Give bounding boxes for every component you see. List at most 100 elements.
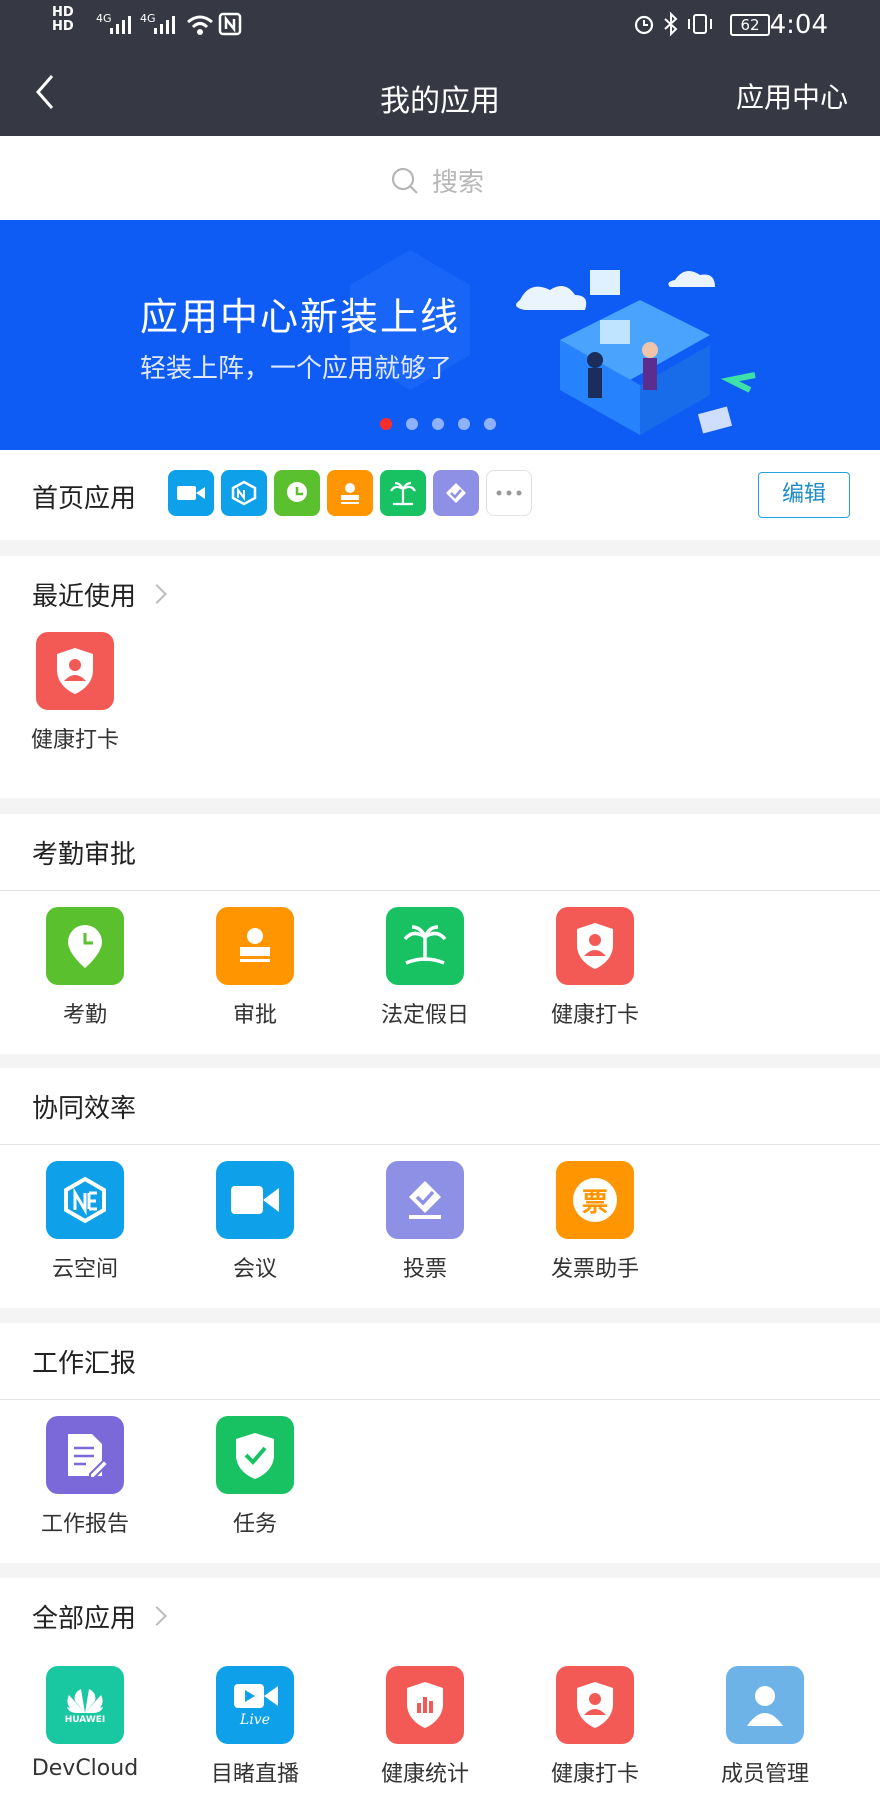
app-name: 发票助手 (550, 1257, 639, 1282)
app-health-checkin-recent[interactable]: 健康打卡 (0, 632, 150, 754)
app-name: 会议 (232, 1257, 277, 1282)
home-apps-bar: 首页应用 编辑 (0, 450, 880, 540)
app-name: DevCloud (31, 1756, 139, 1781)
app-name: 目睹直播 (210, 1762, 299, 1787)
banner-illustration (516, 270, 756, 435)
health-checkin-icon (36, 632, 114, 710)
live-stream-icon: Live (216, 1666, 294, 1744)
attendance-header: 考勤审批 (0, 814, 880, 890)
meeting-mini-icon[interactable] (168, 470, 214, 516)
edit-button[interactable]: 编辑 (758, 472, 850, 518)
app-vote[interactable]: 投票 (340, 1161, 510, 1283)
app-meeting[interactable]: 会议 (170, 1161, 340, 1283)
banner-pagination[interactable] (380, 418, 496, 430)
banner-subtitle: 轻装上阵，一个应用就够了 (140, 354, 453, 384)
app-health-checkin-all[interactable]: 健康打卡 (510, 1666, 680, 1788)
chevron-right-icon (147, 584, 167, 604)
signal-icon (110, 16, 131, 34)
recent-section: 最近使用 健康打卡 (0, 556, 880, 798)
cloud-space-icon (46, 1161, 124, 1239)
app-name: 健康统计 (380, 1762, 469, 1787)
app-holiday[interactable]: 法定假日 (340, 907, 510, 1029)
app-live[interactable]: Live 目睹直播 (170, 1666, 340, 1788)
app-name: 法定假日 (380, 1003, 469, 1028)
page-dot[interactable] (406, 418, 418, 430)
app-name: 工作报告 (40, 1512, 129, 1537)
title-bar: 我的应用 应用中心 (0, 52, 880, 136)
sim-indicator: HD HD (52, 5, 74, 34)
collaboration-title: 协同效率 (32, 1093, 137, 1124)
recent-title: 最近使用 (32, 581, 137, 612)
collaboration-header: 协同效率 (0, 1068, 880, 1144)
app-name: 考勤 (62, 1003, 107, 1028)
app-task[interactable]: 任务 (170, 1416, 340, 1538)
page-dot-active[interactable] (380, 418, 392, 430)
app-name: 成员管理 (720, 1762, 809, 1787)
video-camera-icon (216, 1161, 294, 1239)
page-dot[interactable] (484, 418, 496, 430)
huawei-logo-icon: HUAWEI (46, 1666, 124, 1744)
work-report-title: 工作汇报 (32, 1348, 137, 1379)
app-member-management[interactable]: 成员管理 (680, 1666, 850, 1788)
app-attendance[interactable]: 考勤 (0, 907, 170, 1029)
app-devcloud[interactable]: HUAWEI DevCloud (0, 1666, 170, 1788)
app-invoice[interactable]: 票发票助手 (510, 1161, 680, 1283)
app-name: 任务 (232, 1512, 277, 1537)
search-placeholder: 搜索 (432, 168, 485, 198)
bluetooth-icon (664, 12, 678, 36)
huawei-wordmark: HUAWEI (64, 1715, 106, 1725)
app-name: 审批 (232, 1003, 277, 1028)
app-work-report[interactable]: 工作报告 (0, 1416, 170, 1538)
app-cloud-space[interactable]: 云空间 (0, 1161, 170, 1283)
search-input[interactable]: 搜索 (390, 162, 484, 199)
search-bar[interactable]: 搜索 (0, 136, 880, 220)
health-checkin-icon (556, 907, 634, 985)
app-name: 健康打卡 (30, 728, 119, 753)
more-icon[interactable] (486, 470, 532, 516)
task-shield-icon (216, 1416, 294, 1494)
clock-pin-icon (46, 907, 124, 985)
signal-icon-2 (154, 16, 175, 34)
search-icon (391, 167, 418, 194)
app-center-link[interactable]: 应用中心 (736, 76, 848, 116)
attendance-mini-icon[interactable] (274, 470, 320, 516)
app-approval[interactable]: 审批 (170, 907, 340, 1029)
all-apps-section: 全部应用 HUAWEI DevCloud Live 目睹直播 健康统计 健康打卡 成… (0, 1578, 880, 1795)
battery-indicator: 62 (730, 14, 770, 36)
home-apps-label: 首页应用 (32, 484, 137, 514)
status-bar: HD HD 4G 4G 62 4:04 (0, 0, 880, 52)
all-apps-header[interactable]: 全部应用 (0, 1578, 880, 1654)
ballot-icon (386, 1161, 464, 1239)
app-health-checkin[interactable]: 健康打卡 (510, 907, 680, 1029)
approval-mini-icon[interactable] (327, 470, 373, 516)
page-dot[interactable] (432, 418, 444, 430)
collaboration-section: 协同效率 云空间 会议 投票 票发票助手 (0, 1068, 880, 1308)
work-report-section: 工作汇报 工作报告 任务 (0, 1323, 880, 1563)
person-icon (726, 1666, 804, 1744)
attendance-title: 考勤审批 (32, 839, 137, 870)
invoice-icon: 票 (556, 1161, 634, 1239)
recent-header[interactable]: 最近使用 (0, 556, 880, 632)
alarm-icon (634, 15, 654, 35)
all-apps-title: 全部应用 (32, 1603, 137, 1634)
palm-tree-icon (386, 907, 464, 985)
promo-banner[interactable]: 应用中心新装上线 轻装上阵，一个应用就够了 (0, 220, 880, 450)
cloud-space-mini-icon[interactable] (221, 470, 267, 516)
stamp-icon (216, 907, 294, 985)
app-health-stats[interactable]: 健康统计 (340, 1666, 510, 1788)
app-name: 云空间 (51, 1257, 118, 1282)
document-edit-icon (46, 1416, 124, 1494)
app-name: 健康打卡 (550, 1762, 639, 1787)
work-report-header: 工作汇报 (0, 1323, 880, 1399)
vibrate-icon (688, 14, 712, 34)
app-name: 健康打卡 (550, 1003, 639, 1028)
wifi-icon (187, 15, 213, 35)
app-name: 投票 (402, 1257, 447, 1282)
live-wordmark: Live (240, 1712, 270, 1728)
nfc-icon (218, 12, 242, 36)
health-stats-icon (386, 1666, 464, 1744)
holiday-mini-icon[interactable] (380, 470, 426, 516)
page-dot[interactable] (458, 418, 470, 430)
vote-mini-icon[interactable] (433, 470, 479, 516)
invoice-glyph: 票 (573, 1178, 617, 1222)
